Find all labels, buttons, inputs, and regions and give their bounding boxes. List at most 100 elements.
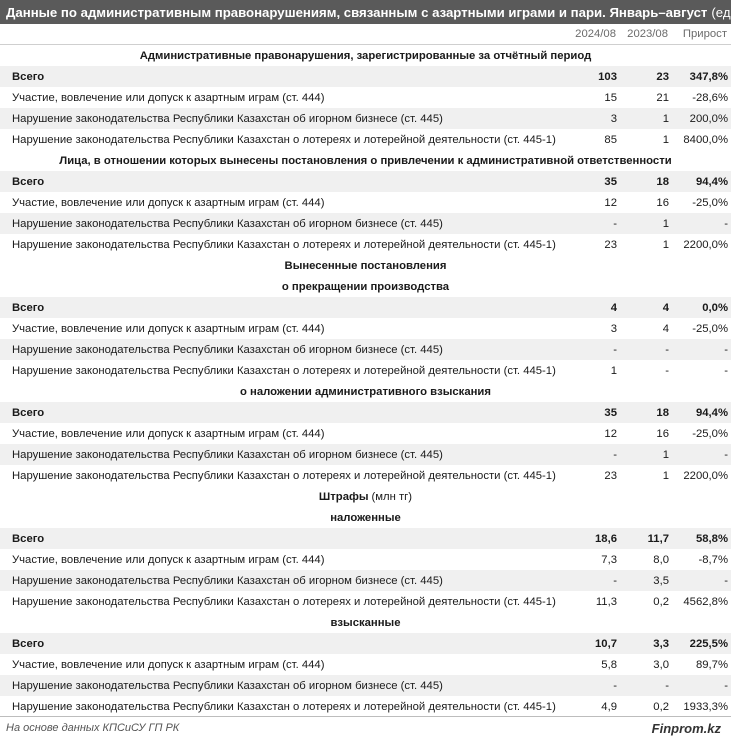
section-title: взысканные [330,616,401,629]
value-2024: 5,8 [601,658,617,671]
value-growth: 94,4% [695,406,728,419]
value-2023: 8,0 [653,553,669,566]
row-label: Всего [12,301,45,314]
value-2023: 3,0 [653,658,669,671]
value-2024: 12 [604,427,617,440]
row-label: Нарушение законодательства Республики Ка… [12,133,556,146]
value-2024: 3 [610,112,617,125]
footer: На основе данных КПСиСУ ГП РК Finprom.kz [0,716,731,739]
value-growth: - [724,343,728,356]
section-header: о прекращении производства [0,276,731,297]
value-2024: - [613,448,617,461]
value-2023: 21 [656,91,669,104]
value-2024: 23 [604,469,617,482]
total-row: Всего 18,6 11,7 58,8% [0,528,731,549]
row-label: Всего [12,532,45,545]
row-label: Нарушение законодательства Республики Ка… [12,679,443,692]
value-growth: -28,6% [692,91,728,104]
table-row: Нарушение законодательства Республики Ка… [0,591,731,612]
value-2023: 16 [656,427,669,440]
section-title: о наложении административного взыскания [240,385,491,398]
value-2023: 4 [662,301,669,314]
row-label: Участие, вовлечение или допуск к азартны… [12,91,325,104]
value-2023: - [665,679,669,692]
value-2024: 7,3 [601,553,617,566]
value-2023: 1 [662,238,669,251]
value-growth: 58,8% [695,532,728,545]
value-2023: - [665,364,669,377]
value-2023: 1 [662,133,669,146]
total-row: Всего 35 18 94,4% [0,402,731,423]
value-growth: 200,0% [689,112,728,125]
row-label: Нарушение законодательства Республики Ка… [12,469,556,482]
value-2024: 15 [604,91,617,104]
value-growth: -25,0% [692,196,728,209]
row-label: Участие, вовлечение или допуск к азартны… [12,322,325,335]
section-title: Лица, в отношении которых вынесены поста… [59,154,672,167]
value-2024: 18,6 [595,532,617,545]
row-label: Всего [12,637,45,650]
value-growth: 1933,3% [683,700,728,713]
section-title: Административные правонарушения, зарегис… [139,49,592,62]
value-2023: 4 [662,322,669,335]
value-growth: -8,7% [698,553,728,566]
table-row: Участие, вовлечение или допуск к азартны… [0,87,731,108]
value-growth: - [724,448,728,461]
value-2023: 1 [662,217,669,230]
section-header: Штрафы (млн тг) [0,486,731,507]
table-row: Нарушение законодательства Республики Ка… [0,129,731,150]
value-growth: -25,0% [692,322,728,335]
row-label: Нарушение законодательства Республики Ка… [12,574,443,587]
value-2024: 35 [604,175,617,188]
section-header: наложенные [0,507,731,528]
value-2023: 23 [656,70,669,83]
row-label: Участие, вовлечение или допуск к азартны… [12,658,325,671]
value-growth: 89,7% [695,658,728,671]
table-row: Нарушение законодательства Республики Ка… [0,465,731,486]
value-growth: - [724,217,728,230]
table-row: Нарушение законодательства Республики Ка… [0,108,731,129]
value-2023: 1 [662,469,669,482]
section-header: Вынесенные постановления [0,255,731,276]
value-growth: 347,8% [689,70,728,83]
row-label: Нарушение законодательства Республики Ка… [12,343,443,356]
value-growth: - [724,574,728,587]
value-2024: - [613,574,617,587]
value-2023: - [665,343,669,356]
table-row: Нарушение законодательства Республики Ка… [0,360,731,381]
table-row: Нарушение законодательства Республики Ка… [0,339,731,360]
value-growth: 0,0% [702,301,728,314]
section-title: наложенные [330,511,401,524]
footer-brand-logo: Finprom.kz [651,720,721,736]
section-title: о прекращении производства [281,280,450,293]
table-row: Нарушение законодательства Республики Ка… [0,213,731,234]
table-row: Участие, вовлечение или допуск к азартны… [0,318,731,339]
section-header: Лица, в отношении которых вынесены поста… [0,150,731,171]
value-2024: 103 [598,70,617,83]
value-growth: - [724,679,728,692]
value-2024: 4,9 [601,700,617,713]
value-growth: - [724,364,728,377]
value-2024: 23 [604,238,617,251]
section-title: Штрафы [318,490,369,503]
table-row: Участие, вовлечение или допуск к азартны… [0,423,731,444]
value-growth: 2200,0% [683,469,728,482]
row-label: Всего [12,406,45,419]
total-row: Всего 10,7 3,3 225,5% [0,633,731,654]
row-label: Всего [12,70,45,83]
row-label: Нарушение законодательства Республики Ка… [12,448,443,461]
value-2024: 35 [604,406,617,419]
row-label: Всего [12,175,45,188]
table-title-bar: Данные по административным правонарушени… [0,0,731,24]
footer-source: На основе данных КПСиСУ ГП РК [6,722,180,734]
value-2023: 1 [662,112,669,125]
value-2024: - [613,679,617,692]
table-row: Нарушение законодательства Республики Ка… [0,234,731,255]
table-title: Данные по административным правонарушени… [6,4,708,20]
value-growth: -25,0% [692,427,728,440]
value-2023: 1 [662,448,669,461]
section-title: Вынесенные постановления [284,259,447,272]
row-label: Нарушение законодательства Республики Ка… [12,217,443,230]
value-growth: 8400,0% [683,133,728,146]
row-label: Нарушение законодательства Республики Ка… [12,595,556,608]
